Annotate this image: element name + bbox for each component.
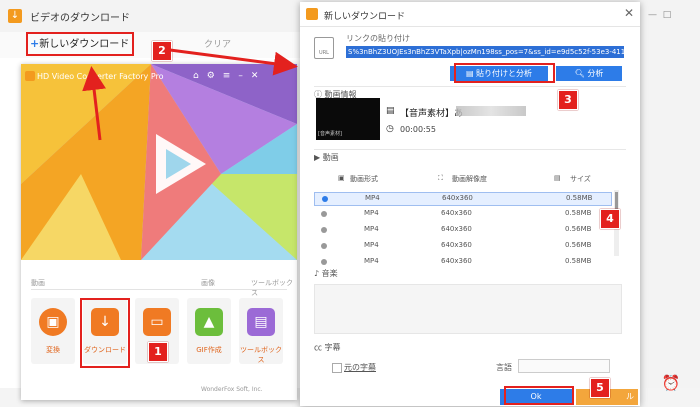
app-logo-icon [25, 71, 35, 81]
film-icon: ▣ [39, 308, 67, 336]
divider [314, 149, 626, 150]
table-row[interactable]: MP4 640x360 0.56MB [314, 240, 610, 252]
resolution-icon: ⛶ [438, 174, 443, 182]
tile-gif-maker-label: GIF作成 [196, 346, 222, 354]
format-icon: ▣ [338, 174, 345, 182]
format-table-header: ▣ 動画形式 ⛶ 動画解像度 ▤ サイズ [314, 173, 614, 185]
app-hero-banner [21, 64, 297, 260]
toolbox-icon: ▤ [247, 308, 275, 336]
annotation-box-paste-analyze [454, 63, 555, 83]
row-size: 0.58MB [565, 257, 592, 265]
background-window-title: ビデオのダウンロード [30, 13, 130, 24]
app-title: HD Video Converter Factory Pro [37, 72, 164, 81]
audio-list [314, 284, 622, 334]
size-icon: ▤ [554, 174, 561, 182]
section-video-label: 動画 [31, 279, 45, 287]
tile-toolbox-label: ツールボックス [240, 346, 282, 364]
app-window-controls[interactable]: ⌂⚙≡–✕ [193, 71, 266, 81]
app-footer: WonderFox Soft, Inc. [201, 386, 263, 393]
alarm-clock-icon[interactable]: ⏰ [660, 372, 682, 394]
language-select[interactable] [518, 359, 610, 373]
dialog-title: 新しいダウンロード [324, 12, 406, 22]
row-resolution: 640x360 [441, 241, 472, 249]
video-title: 【音声素材】あ [400, 109, 464, 119]
annotation-badge-5: 5 [590, 378, 610, 398]
table-row[interactable]: MP4 640x360 0.58MB [314, 256, 610, 268]
column-size: サイズ [570, 175, 591, 183]
dialog-app-icon [306, 8, 318, 20]
row-size: 0.58MB [565, 209, 592, 217]
language-label: 言語 [496, 363, 512, 372]
original-subtitle-label: 元の字幕 [344, 363, 376, 372]
radio[interactable] [321, 243, 327, 249]
section-divider [31, 289, 287, 290]
table-row[interactable]: MP4 640x360 0.58MB [314, 208, 610, 220]
tile-gif-maker[interactable]: ▲ GIF作成 [187, 298, 231, 364]
link-url-input[interactable]: S%3nBhZ3UOJEs3nBhZ3VTaXpb|ozMn198ss_pos=… [346, 46, 624, 58]
annotation-badge-2: 2 [152, 41, 172, 61]
row-format: MP4 [364, 241, 379, 249]
section-toolbox-label: ツールボックス [251, 279, 293, 297]
search-icon: 🔍︎ [574, 69, 588, 78]
link-paste-label: リンクの貼り付け [346, 34, 410, 43]
download-app-icon: ↓ [8, 9, 22, 23]
cc-icon: ㏄ [314, 343, 325, 352]
column-resolution: 動画解像度 [452, 175, 487, 183]
clock-icon: ◷ [386, 124, 394, 134]
audio-section-label: 音楽 [321, 269, 338, 278]
row-format: MP4 [365, 194, 380, 202]
audio-section: ♪ 音楽 [314, 268, 338, 279]
radio[interactable] [321, 211, 327, 217]
radio-selected[interactable] [322, 196, 328, 202]
window-controls[interactable]: — □ [648, 10, 671, 20]
music-note-icon: ♪ [314, 269, 322, 278]
hero-graphic [21, 64, 297, 260]
video-section-label: 動画 [322, 153, 339, 162]
annotation-badge-4: 4 [600, 209, 620, 229]
video-duration: 00:00:55 [400, 125, 436, 134]
row-resolution: 640x360 [441, 257, 472, 265]
column-format: 動画形式 [350, 175, 378, 183]
row-format: MP4 [364, 209, 379, 217]
background-right-strip [636, 0, 700, 407]
row-format: MP4 [364, 257, 379, 265]
row-resolution: 640x360 [441, 225, 472, 233]
tile-toolbox[interactable]: ▤ ツールボックス [239, 298, 283, 364]
annotation-box-ok [504, 386, 574, 405]
radio[interactable] [321, 259, 327, 265]
close-icon[interactable]: ✕ [624, 6, 634, 20]
file-icon: ▤ [386, 106, 395, 116]
annotation-box-download-tile [80, 298, 130, 368]
row-resolution: 640x360 [442, 194, 473, 202]
annotation-badge-1: 1 [148, 342, 168, 362]
row-resolution: 640x360 [441, 209, 472, 217]
radio[interactable] [321, 227, 327, 233]
section-image-label: 画像 [201, 279, 215, 287]
screen-record-icon: ▭ [143, 308, 171, 336]
subtitle-section-label: 字幕 [324, 343, 341, 352]
annotation-badge-3: 3 [558, 90, 578, 110]
table-row[interactable]: MP4 640x360 0.56MB [314, 224, 610, 236]
link-url-icon: URL [314, 37, 334, 59]
blurred-title-region [456, 106, 526, 116]
video-thumbnail: [音声素材] [316, 98, 380, 140]
analyze-button[interactable]: 🔍︎ 分析 [556, 66, 622, 81]
image-icon: ▲ [195, 308, 223, 336]
row-size: 0.56MB [565, 225, 592, 233]
tile-convert-label: 変換 [46, 346, 60, 354]
divider [314, 86, 626, 87]
tile-convert[interactable]: ▣ 変換 [31, 298, 75, 364]
subtitle-section: ㏄ 字幕 [314, 342, 341, 353]
table-row[interactable]: MP4 640x360 0.58MB [314, 192, 612, 206]
analyze-label: 分析 [587, 69, 604, 78]
annotation-box-new-download [26, 32, 134, 56]
video-section: ▶ 動画 [314, 152, 339, 163]
row-size: 0.58MB [566, 194, 593, 202]
original-subtitle-checkbox[interactable] [332, 363, 342, 373]
video-icon: ▶ [314, 153, 323, 162]
row-size: 0.56MB [565, 241, 592, 249]
thumbnail-caption: [音声素材] [318, 131, 342, 137]
row-format: MP4 [364, 225, 379, 233]
clear-button[interactable]: クリア [204, 37, 231, 50]
